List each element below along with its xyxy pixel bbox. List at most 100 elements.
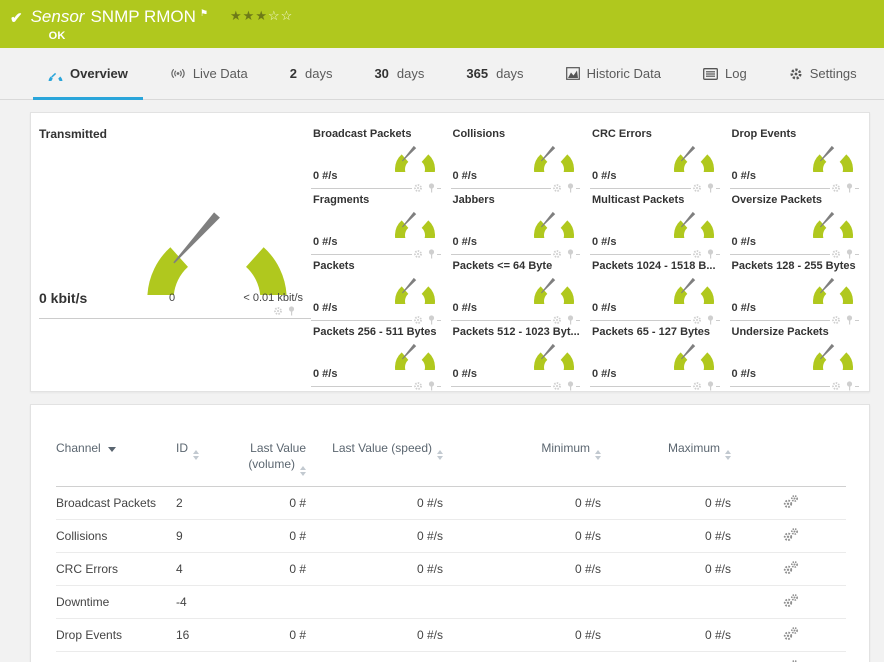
channel-settings-gear-icon[interactable] — [692, 315, 702, 325]
channel-gauge-value: 0 #/s — [313, 368, 338, 380]
pin-icon[interactable] — [706, 183, 715, 193]
channel-settings-gear-icon[interactable] — [552, 249, 562, 259]
pin-icon[interactable] — [845, 315, 854, 325]
pin-icon[interactable] — [287, 306, 296, 316]
pin-icon[interactable] — [427, 315, 436, 325]
channel-gauge-cell[interactable]: Broadcast Packets 0 #/s — [311, 123, 441, 193]
column-header-maximum[interactable]: Maximum — [606, 435, 736, 487]
pin-icon[interactable] — [706, 315, 715, 325]
channel-settings-gear-icon[interactable] — [831, 249, 841, 259]
pin-icon[interactable] — [845, 183, 854, 193]
cell-last-value-volume: 0 # — [231, 651, 311, 662]
channel-gauge-cell[interactable]: Packets 512 - 1023 Byt... 0 #/s — [450, 321, 580, 391]
channel-gauge — [394, 145, 435, 172]
channel-settings-gear-icon[interactable] — [552, 315, 562, 325]
channel-gauge-cell[interactable]: Packets 1024 - 1518 B... 0 #/s — [590, 255, 720, 325]
channel-settings-gear-icon[interactable] — [831, 315, 841, 325]
channel-gauge-cell[interactable]: Packets 65 - 127 Bytes 0 #/s — [590, 321, 720, 391]
channel-gauge-value: 0 #/s — [731, 236, 756, 248]
channel-gauge-value: 0 #/s — [592, 236, 617, 248]
channel-settings-gear-icon[interactable] — [831, 381, 841, 391]
channel-settings-gear-icon[interactable] — [692, 249, 702, 259]
gauge-scale-min: 0 — [169, 292, 176, 304]
column-header-minimum[interactable]: Minimum — [448, 435, 606, 487]
channel-gauge-cell[interactable]: Packets 0 #/s — [311, 255, 441, 325]
channel-settings-gear-icon[interactable] — [692, 381, 702, 391]
tab-settings[interactable]: Settings — [768, 48, 878, 99]
priority-stars[interactable]: ★★★☆☆ — [230, 8, 293, 24]
channel-settings-gear-icon[interactable] — [273, 306, 283, 316]
cell-maximum: 0 #/s — [606, 618, 736, 652]
channel-gauge-cell[interactable]: Multicast Packets 0 #/s — [590, 189, 720, 259]
pin-icon[interactable] — [566, 183, 575, 193]
cell-maximum: 0 #/s — [606, 486, 736, 520]
column-header-last-value-volume[interactable]: Last Value (volume) — [231, 435, 311, 487]
channel-edit-gears-icon[interactable] — [782, 560, 800, 575]
flag-icon[interactable]: ⚑ — [200, 8, 208, 19]
tab-2-days[interactable]: 2 days — [269, 48, 354, 99]
tab-30-days[interactable]: 30 days — [353, 48, 445, 99]
channel-gauge-cell[interactable]: CRC Errors 0 #/s — [590, 123, 720, 193]
sort-desc-icon — [107, 447, 116, 452]
channel-gauge-cell[interactable]: Packets 256 - 511 Bytes 0 #/s — [311, 321, 441, 391]
channel-gauge-cell[interactable]: Oversize Packets 0 #/s — [729, 189, 859, 259]
channels-table: Channel ID Last Value (volume) Last Valu… — [56, 435, 846, 662]
channel-gauge-cell[interactable]: Drop Events 0 #/s — [729, 123, 859, 193]
pin-icon[interactable] — [566, 315, 575, 325]
channel-gauge — [534, 277, 574, 304]
gauge-icon — [48, 72, 63, 81]
channel-settings-gear-icon[interactable] — [413, 381, 423, 391]
channel-edit-gears-icon[interactable] — [782, 494, 800, 509]
pin-icon[interactable] — [845, 249, 854, 259]
channel-gauge-cell[interactable]: Collisions 0 #/s — [450, 123, 580, 193]
channel-settings-gear-icon[interactable] — [413, 249, 423, 259]
channel-edit-gears-icon[interactable] — [782, 527, 800, 542]
log-icon — [703, 67, 718, 80]
column-header-last-value-speed[interactable]: Last Value (speed) — [311, 435, 448, 487]
pin-icon[interactable] — [706, 381, 715, 391]
channel-gauge-cell[interactable]: Packets <= 64 Byte 0 #/s — [450, 255, 580, 325]
channel-gauge-cell[interactable]: Fragments 0 #/s — [311, 189, 441, 259]
channel-gauge-value: 0 #/s — [731, 302, 756, 314]
pin-icon[interactable] — [427, 249, 436, 259]
cell-minimum: 0 #/s — [448, 618, 606, 652]
tab-historic-data[interactable]: Historic Data — [545, 48, 682, 99]
tab-bar: Overview Live Data 2 days 30 days 365 days … — [0, 48, 884, 100]
channel-gauge — [394, 211, 435, 238]
cell-maximum — [606, 585, 736, 619]
tab-log[interactable]: Log — [682, 48, 768, 99]
cell-channel: Broadcast Packets — [56, 486, 176, 520]
pin-icon[interactable] — [566, 249, 575, 259]
pin-icon[interactable] — [706, 249, 715, 259]
column-header-id[interactable]: ID — [176, 435, 231, 487]
pin-icon[interactable] — [566, 381, 575, 391]
channel-settings-gear-icon[interactable] — [552, 381, 562, 391]
pin-icon[interactable] — [845, 381, 854, 391]
sensor-name: SNMP RMON — [90, 7, 196, 26]
channel-settings-gear-icon[interactable] — [831, 183, 841, 193]
pin-icon[interactable] — [427, 381, 436, 391]
channel-gauge-title: Fragments — [313, 194, 370, 206]
channel-edit-gears-icon[interactable] — [782, 659, 800, 662]
column-header-channel[interactable]: Channel — [56, 435, 176, 487]
channel-gauge-cell[interactable]: Packets 128 - 255 Bytes 0 #/s — [729, 255, 859, 325]
channel-settings-gear-icon[interactable] — [692, 183, 702, 193]
tab-overview[interactable]: Overview — [27, 48, 149, 100]
sensor-type-label: Sensor — [30, 7, 85, 26]
channel-gauge-cell[interactable]: Jabbers 0 #/s — [450, 189, 580, 259]
channel-edit-gears-icon[interactable] — [782, 626, 800, 641]
channel-settings-gear-icon[interactable] — [413, 315, 423, 325]
page-title: Sensor SNMP RMON ⚑ ★★★☆☆ — [31, 7, 294, 27]
sort-icon — [193, 450, 199, 460]
channel-gauge-cell[interactable]: Undersize Packets 0 #/s — [729, 321, 859, 391]
channel-gauge-value: 0 #/s — [592, 170, 617, 182]
channel-settings-gear-icon[interactable] — [552, 183, 562, 193]
pin-icon[interactable] — [427, 183, 436, 193]
transmitted-gauge-cell[interactable]: Transmitted 0 kbit/s 0 < 0.01 kbit/s — [39, 123, 311, 319]
channel-settings-gear-icon[interactable] — [413, 183, 423, 193]
channel-gauge-value: 0 #/s — [592, 368, 617, 380]
tab-live-data[interactable]: Live Data — [149, 48, 269, 99]
cell-last-value-volume: 0 # — [231, 519, 311, 553]
tab-365-days[interactable]: 365 days — [445, 48, 544, 99]
channel-edit-gears-icon[interactable] — [782, 593, 800, 608]
